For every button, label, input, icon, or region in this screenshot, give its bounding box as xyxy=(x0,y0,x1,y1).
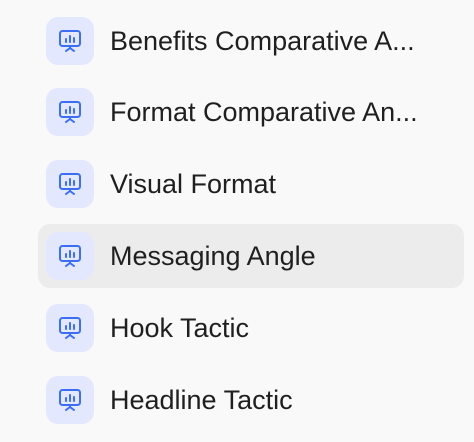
list-item-headline-tactic[interactable]: Headline Tactic xyxy=(38,368,464,432)
list-item-label: Headline Tactic xyxy=(110,385,293,415)
presentation-chart-icon xyxy=(46,88,94,136)
list-item-format-comparative[interactable]: Format Comparative An... xyxy=(38,80,464,144)
list-item-label: Benefits Comparative A... xyxy=(110,26,415,56)
list-item-messaging-angle[interactable]: Messaging Angle xyxy=(38,224,464,288)
list-item-benefits-comparative[interactable]: Benefits Comparative A... xyxy=(38,9,464,73)
list-item-label: Messaging Angle xyxy=(110,241,316,271)
report-list: Benefits Comparative A... Format Compara… xyxy=(0,0,474,442)
list-item-hook-tactic[interactable]: Hook Tactic xyxy=(38,296,464,360)
list-item-label: Visual Format xyxy=(110,169,277,199)
presentation-chart-icon xyxy=(46,17,94,65)
list-item-visual-format[interactable]: Visual Format xyxy=(38,152,464,216)
presentation-chart-icon xyxy=(46,232,94,280)
presentation-chart-icon xyxy=(46,376,94,424)
presentation-chart-icon xyxy=(46,160,94,208)
presentation-chart-icon xyxy=(46,304,94,352)
list-item-label: Hook Tactic xyxy=(110,313,250,343)
list-item-label: Format Comparative An... xyxy=(110,97,418,127)
